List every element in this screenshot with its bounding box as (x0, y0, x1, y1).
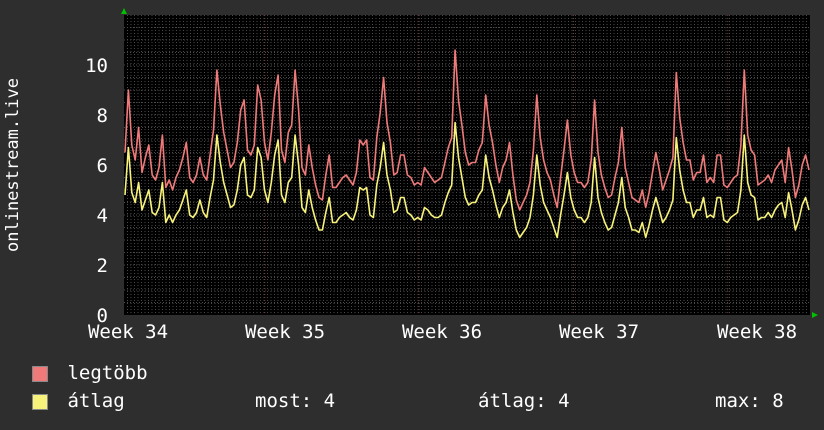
stat-current: most: 4 (255, 390, 335, 412)
legend-swatch-avg (32, 393, 48, 410)
stat-current-value: 4 (323, 390, 336, 412)
stat-max-value: 8 (772, 390, 784, 412)
legend-label-max: legtöbb (67, 362, 148, 384)
legend-item-max: legtöbb (32, 362, 148, 384)
stat-current-label: most: (255, 390, 313, 412)
stat-average: átlag: 4 (478, 390, 570, 412)
stat-max-label: max: (715, 390, 761, 412)
legend-label-avg: átlag (67, 390, 125, 412)
legend-item-avg: átlag (32, 390, 125, 412)
legend-swatch-max (32, 365, 48, 382)
stat-average-label: átlag: (478, 390, 547, 412)
legend: legtöbb átlag most: 4 átlag: 4 max: 8 (0, 0, 824, 430)
stat-max: max: 8 (715, 390, 784, 412)
stat-average-value: 4 (558, 390, 570, 412)
